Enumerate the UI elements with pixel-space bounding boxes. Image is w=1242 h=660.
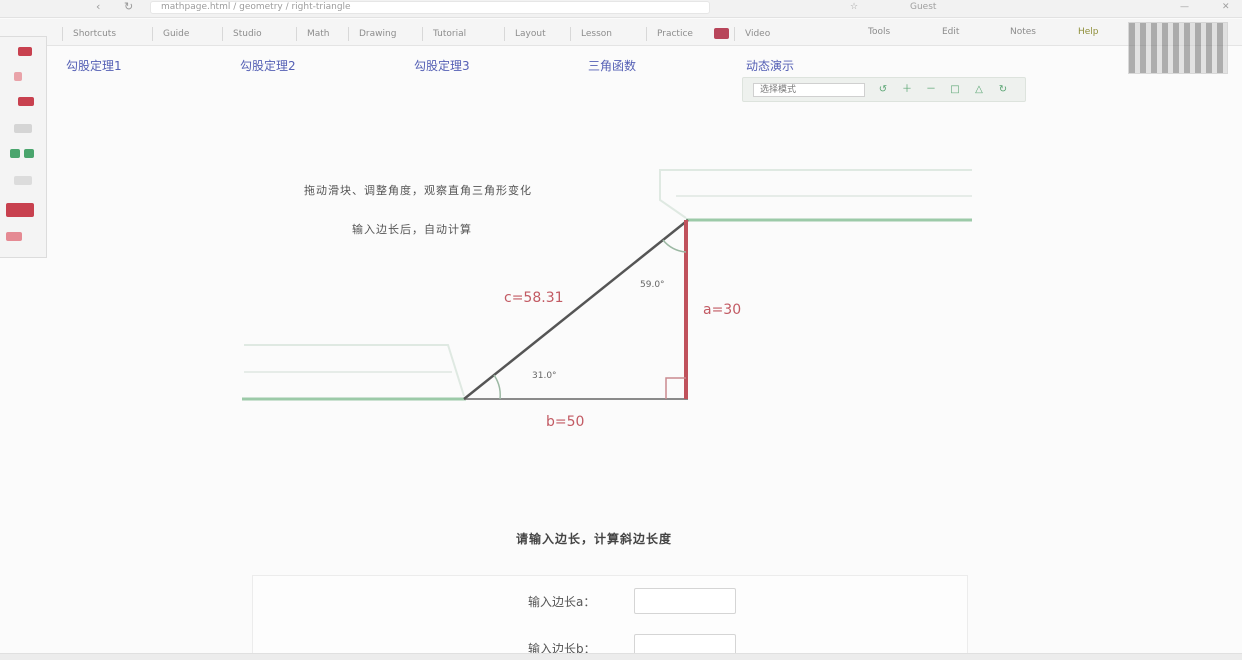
side-a-label: 输入边长a： — [528, 595, 596, 609]
form-heading: 请输入边长，计算斜边长度 — [516, 532, 673, 546]
right-angle-marker — [665, 377, 686, 399]
hypotenuse-label: c=58.31 — [504, 290, 564, 306]
bottom-angle-label: 31.0° — [532, 371, 557, 381]
upper-platform-outline — [659, 169, 972, 219]
vertical-side-label: a=30 — [703, 302, 741, 318]
status-bar — [0, 653, 1242, 660]
top-angle-arc — [662, 239, 687, 253]
lower-platform-outline — [244, 344, 465, 397]
top-angle-label: 59.0° — [640, 280, 665, 290]
bottom-angle-arc — [493, 374, 501, 400]
input-form — [252, 575, 968, 660]
triangle-diagram: c=58.31 a=30 b=50 59.0° 31.0° — [242, 169, 972, 430]
side-a-input[interactable] — [634, 588, 736, 614]
app-window: ‹ ↻ mathpage.html / geometry / right-tri… — [0, 0, 1242, 660]
hypotenuse-side — [463, 219, 689, 400]
base-side-label: b=50 — [546, 414, 584, 430]
